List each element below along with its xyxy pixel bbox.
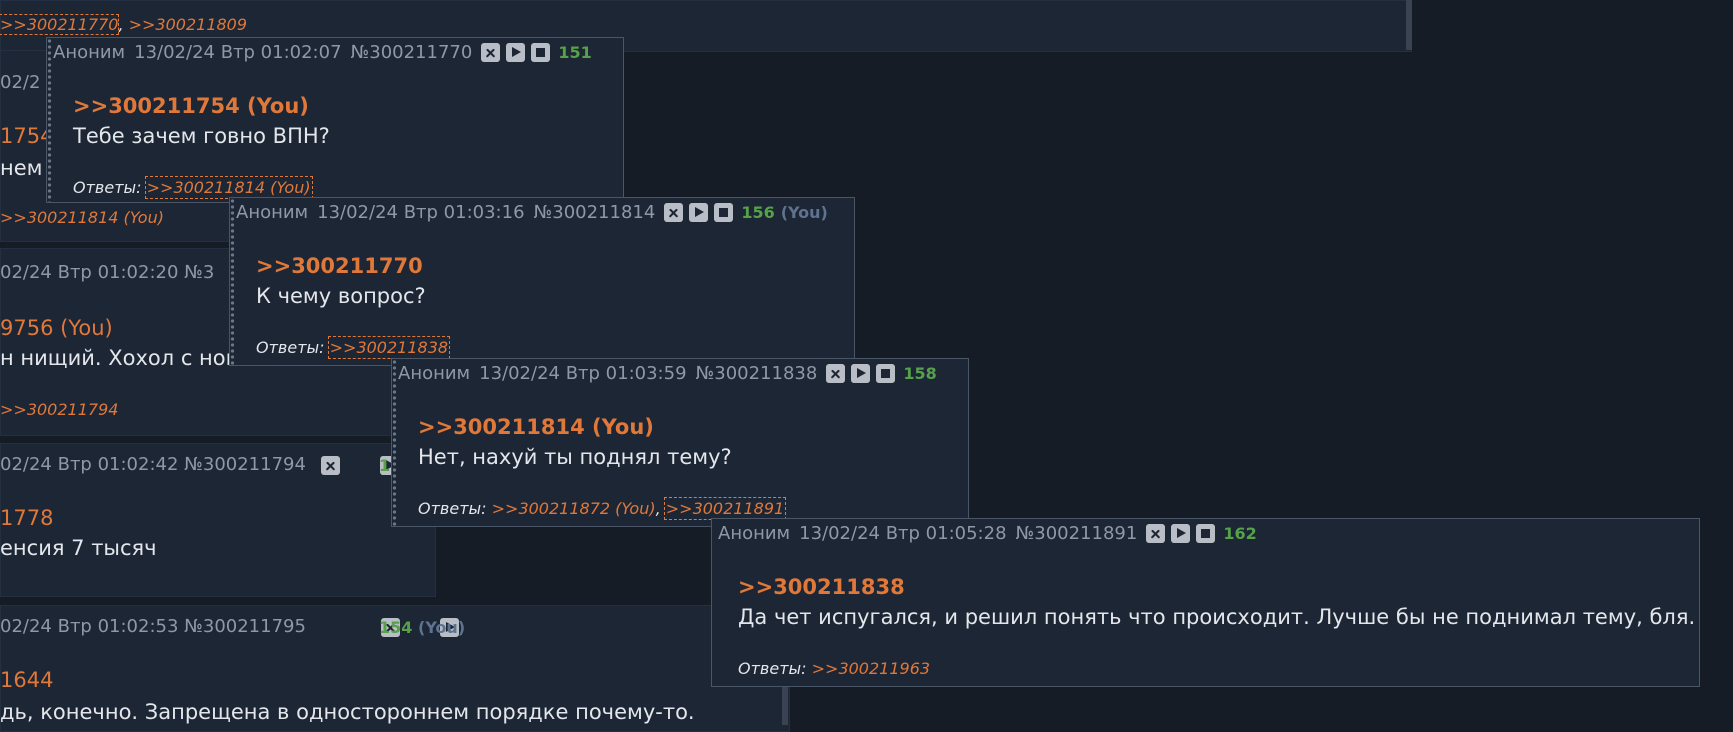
post-date: 13/02/24 Втр 01:02:07 (134, 42, 342, 63)
post-meta-partial: 02/24 Втр 01:02:53 №300211795 (0, 616, 306, 637)
post-header: Аноним 13/02/24 Втр 01:03:59 №300211838 … (398, 363, 937, 384)
replies-label: Ответы: (256, 338, 325, 357)
post-count: 162 (1223, 524, 1257, 543)
quote-link-partial[interactable]: 9756 (You) (0, 316, 113, 340)
you-marker: (You) (418, 618, 466, 637)
play-icon[interactable] (851, 364, 871, 383)
post-text-partial: н нищий. Хохол с нов (0, 346, 238, 370)
top-replies: >>300211770, >>300211809 (0, 14, 248, 35)
hide-post-icon[interactable] (481, 43, 501, 62)
post-header: Аноним 13/02/24 Втр 01:03:16 №300211814 … (236, 202, 828, 223)
post-count: 154 (379, 618, 413, 637)
play-icon[interactable] (1171, 524, 1191, 543)
popup-post-300211891: Аноним 13/02/24 Втр 01:05:28 №300211891 … (711, 518, 1700, 687)
hide-post-icon[interactable] (826, 364, 846, 383)
post-count: 1 (379, 456, 391, 475)
post-text-partial: дь, конечно. Запрещена в одностороннем п… (0, 700, 695, 724)
stop-icon[interactable] (531, 43, 551, 62)
post-number[interactable]: №300211838 (696, 363, 818, 384)
replies-line: Ответы: >>300211872 (You), >>300211891 (418, 497, 787, 520)
play-icon[interactable] (689, 203, 709, 222)
reply-link[interactable]: >>300211770 (0, 14, 120, 35)
post-author: Аноним (236, 202, 309, 223)
reply-link[interactable]: >>300211872 (You) (492, 499, 656, 518)
quote-link[interactable]: >>300211838 (738, 575, 905, 599)
post-text: Тебе зачем говно ВПН? (73, 124, 330, 148)
hide-post-icon[interactable] (664, 203, 684, 222)
stop-icon[interactable] (876, 364, 896, 383)
post-date: 13/02/24 Втр 01:03:16 (317, 202, 525, 223)
popup-post-300211770: Аноним 13/02/24 Втр 01:02:07 №300211770 … (46, 37, 624, 203)
hide-post-icon[interactable] (1146, 524, 1166, 543)
play-icon[interactable] (506, 43, 526, 62)
replies-label: Ответы: (738, 659, 807, 678)
replies-label: Ответы: (418, 499, 487, 518)
quote-link-partial[interactable]: 1644 (0, 668, 53, 692)
reply-link[interactable]: >>300211891 (663, 497, 787, 520)
reply-link[interactable]: >>300211794 (0, 400, 118, 419)
replies-line: Ответы: >>300211963 (738, 659, 930, 678)
post-text-partial: енсия 7 тысяч (0, 536, 157, 560)
post-meta-partial: 02/2 (0, 72, 41, 93)
post-meta-partial: 02/24 Втр 01:02:42 №300211794 (0, 454, 306, 475)
hide-icon[interactable] (321, 456, 340, 475)
quote-link[interactable]: >>300211770 (256, 254, 423, 278)
quote-link[interactable]: >>300211754 (You) (73, 94, 309, 118)
post-number[interactable]: №300211770 (351, 42, 473, 63)
stop-icon[interactable] (1196, 524, 1216, 543)
reply-link[interactable]: >>300211814 (You) (0, 208, 164, 227)
you-marker: (You) (780, 203, 828, 222)
post-number[interactable]: №300211891 (1016, 523, 1138, 544)
post-number[interactable]: №300211814 (534, 202, 656, 223)
post-header: Аноним 13/02/24 Втр 01:05:28 №300211891 … (718, 523, 1257, 544)
scrollbar[interactable] (1406, 0, 1412, 50)
replies-label: Ответы: (73, 178, 142, 197)
reply-link[interactable]: >>300211838 (327, 336, 451, 359)
popup-post-300211814: Аноним 13/02/24 Втр 01:03:16 №300211814 … (229, 197, 855, 366)
post-meta-partial: 02/24 Втр 01:02:20 №3 (0, 262, 215, 283)
replies-line: Ответы: >>300211838 (256, 336, 451, 359)
post-text: К чему вопрос? (256, 284, 426, 308)
post-count: 158 (903, 364, 937, 383)
post-text: Нет, нахуй ты поднял тему? (418, 445, 732, 469)
quote-link[interactable]: >>300211814 (You) (418, 415, 654, 439)
reply-link[interactable]: >>300211814 (You) (144, 176, 313, 199)
post-author: Аноним (53, 42, 126, 63)
post-count: 156 (741, 203, 775, 222)
post-header: Аноним 13/02/24 Втр 01:02:07 №300211770 … (53, 42, 592, 63)
reply-link[interactable]: >>300211809 (129, 15, 247, 34)
post-author: Аноним (398, 363, 471, 384)
stop-icon[interactable] (714, 203, 734, 222)
reply-link[interactable]: >>300211963 (812, 659, 930, 678)
popup-post-300211838: Аноним 13/02/24 Втр 01:03:59 №300211838 … (391, 358, 969, 527)
post-author: Аноним (718, 523, 791, 544)
post-text: Да чет испугался, и решил понять что про… (738, 605, 1696, 629)
replies-line: Ответы: >>300211814 (You) (73, 176, 313, 199)
post-date: 13/02/24 Втр 01:03:59 (479, 363, 687, 384)
post-date: 13/02/24 Втр 01:05:28 (799, 523, 1007, 544)
quote-link-partial[interactable]: 1778 (0, 506, 53, 530)
post-count: 151 (558, 43, 592, 62)
